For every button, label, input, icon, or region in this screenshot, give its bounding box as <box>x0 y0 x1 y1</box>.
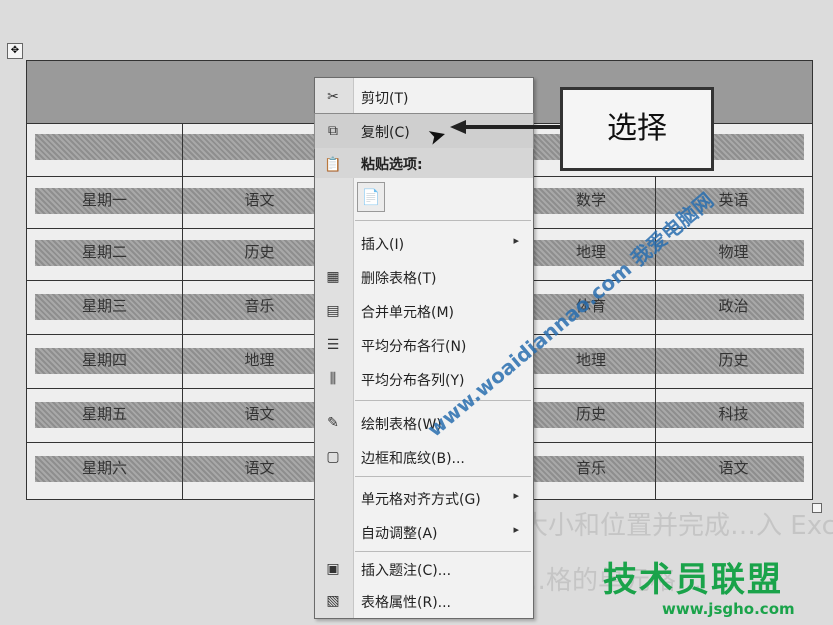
menu-item-cut[interactable]: ✂ 剪切(T) <box>315 80 533 114</box>
table-properties-icon: ▧ <box>326 593 340 609</box>
menu-item-label: 复制(C) <box>361 125 410 141</box>
delete-table-icon: ▦ <box>326 269 340 285</box>
table-move-handle[interactable]: ✥ <box>7 43 23 59</box>
menu-item-label: 平均分布各列(Y) <box>361 373 465 389</box>
menu-item-delete-table[interactable]: ▦ 删除表格(T) <box>315 260 533 294</box>
callout-select-label: 选择 <box>560 87 714 171</box>
table-cell[interactable]: 星期三 <box>27 283 182 335</box>
menu-item-cell-alignment[interactable]: 单元格对齐方式(G) ▸ <box>315 481 533 515</box>
distribute-rows-icon: ☰ <box>326 337 340 353</box>
table-cell[interactable]: 星期五 <box>27 391 182 443</box>
menu-item-label: 插入(I) <box>361 237 405 253</box>
menu-item-label: 平均分布各行(N) <box>361 339 467 355</box>
menu-item-insert[interactable]: 插入(I) ▸ <box>315 226 533 260</box>
menu-item-label: 单元格对齐方式(G) <box>361 492 481 508</box>
menu-item-label: 粘贴选项: <box>361 157 423 173</box>
scissors-icon: ✂ <box>327 89 339 105</box>
logo-text: 技术员联盟 <box>603 560 783 600</box>
draw-table-icon: ✎ <box>327 415 339 431</box>
context-menu: ✂ 剪切(T) ⧉ 复制(C) 📋 粘贴选项: 📄 插入(I) ▸ ▦ 删除表格… <box>314 77 534 619</box>
menu-item-label: 表格属性(R)... <box>361 595 452 611</box>
menu-item-label: 合并单元格(M) <box>361 305 455 321</box>
menu-item-table-properties[interactable]: ▧ 表格属性(R)... <box>315 584 533 618</box>
logo-url: www.jsgho.com <box>662 600 795 618</box>
borders-icon: ▢ <box>326 449 340 465</box>
table-cell[interactable]: 星期四 <box>27 337 182 389</box>
copy-icon: ⧉ <box>328 123 338 139</box>
submenu-arrow-icon: ▸ <box>513 489 519 502</box>
table-cell[interactable]: 星期一 <box>27 177 182 229</box>
menu-item-label: 删除表格(T) <box>361 271 437 287</box>
distribute-columns-icon: ⫼ <box>329 371 337 387</box>
menu-section-paste-options: 📋 粘贴选项: <box>315 148 533 178</box>
table-cell[interactable]: 数学 <box>527 177 655 229</box>
table-cell[interactable]: 政治 <box>655 283 812 335</box>
menu-item-label: 剪切(T) <box>361 91 409 107</box>
table-cell[interactable]: 历史 <box>655 337 812 389</box>
menu-item-autofit[interactable]: 自动调整(A) ▸ <box>315 515 533 549</box>
merge-cells-icon: ▤ <box>326 303 340 319</box>
menu-item-label: 边框和底纹(B)... <box>361 451 465 467</box>
submenu-arrow-icon: ▸ <box>513 523 519 536</box>
submenu-arrow-icon: ▸ <box>513 234 519 247</box>
table-cell[interactable]: 科技 <box>655 391 812 443</box>
menu-separator <box>355 220 531 221</box>
menu-item-insert-caption[interactable]: ▣ 插入题注(C)... <box>315 552 533 586</box>
menu-item-merge-cells[interactable]: ▤ 合并单元格(M) <box>315 294 533 328</box>
paste-options-icon: 📋 <box>324 157 342 173</box>
table-cell[interactable]: 语文 <box>655 445 812 497</box>
table-cell[interactable]: 星期六 <box>27 445 182 497</box>
table-cell[interactable]: 音乐 <box>527 445 655 497</box>
callout-arrow-icon <box>450 120 562 134</box>
menu-item-label: 插入题注(C)... <box>361 563 452 579</box>
menu-separator <box>355 476 531 477</box>
insert-caption-icon: ▣ <box>326 561 340 577</box>
paste-keep-format-button[interactable]: 📄 <box>357 182 385 212</box>
table-cell[interactable]: 星期二 <box>27 229 182 281</box>
menu-item-label: 自动调整(A) <box>361 526 438 542</box>
menu-item-borders-shading[interactable]: ▢ 边框和底纹(B)... <box>315 440 533 474</box>
column-divider <box>182 123 183 499</box>
table-cell[interactable]: 历史 <box>527 391 655 443</box>
table-resize-handle[interactable] <box>812 503 822 513</box>
